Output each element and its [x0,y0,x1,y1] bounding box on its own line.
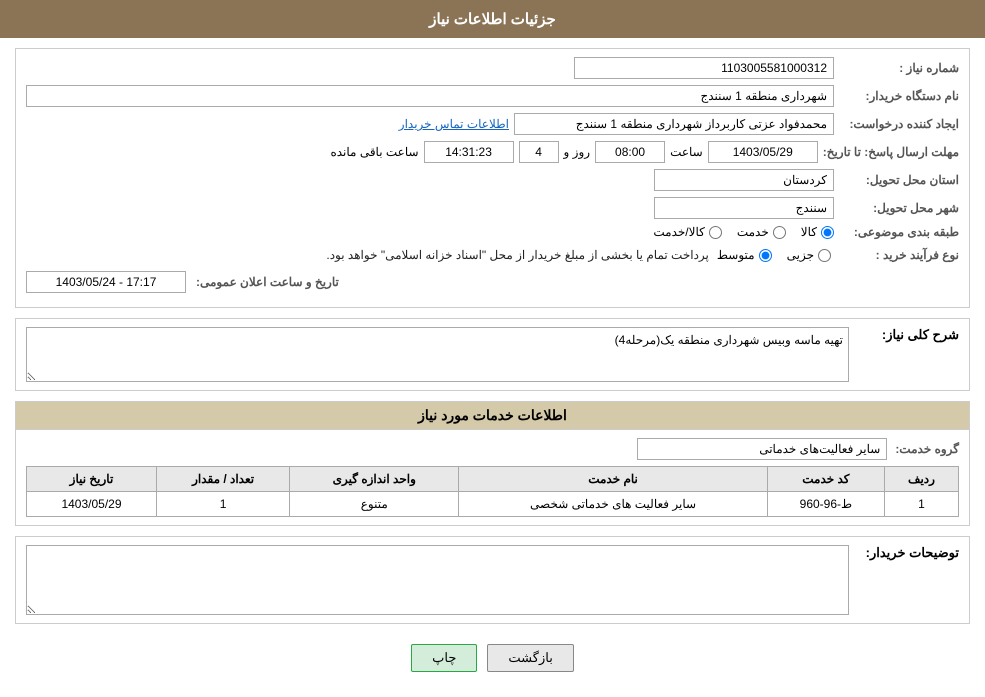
tozihat-textarea[interactable] [26,545,849,615]
radio-motevaset[interactable]: متوسط [717,248,772,262]
page-header: جزئیات اطلاعات نیاز [0,0,985,38]
radio-kala-khedmat[interactable]: کالا/خدمت [653,225,721,239]
cell-tedad: 1 [156,492,289,517]
radio-kala[interactable]: کالا [801,225,834,239]
tarikh-saat-input[interactable] [26,271,186,293]
sharh-textarea[interactable] [26,327,849,382]
nofarayand-radio-group: جزیی متوسط [717,248,831,262]
mohlat-label: مهلت ارسال پاسخ: تا تاریخ: [823,145,959,159]
mohlat-saat-input[interactable] [595,141,665,163]
buttons-row: بازگشت چاپ [15,634,970,687]
shomara-niaz-input[interactable] [574,57,834,79]
shahr-input[interactable] [654,197,834,219]
ettelaat-link[interactable]: اطلاعات تماس خریدار [399,117,509,131]
radio-khedmat[interactable]: خدمت [737,225,786,239]
mohlat-roz-label: روز و [564,145,591,159]
nofarayand-label: نوع فرآیند خرید : [839,248,959,262]
mohlat-baqi-label: ساعت باقی مانده [330,145,418,159]
radio-jozi[interactable]: جزیی [787,248,831,262]
tabaqe-radio-group: کالا خدمت کالا/خدمت [653,225,834,239]
cell-tarikh: 1403/05/29 [27,492,157,517]
col-vahed: واحد اندازه گیری [290,467,459,492]
cell-kod: ط-96-960 [767,492,884,517]
nam-dastgah-input[interactable] [26,85,834,107]
grouh-input[interactable] [637,438,887,460]
tozihat-label: توضیحات خریدار: [859,545,959,561]
eijad-label: ایجاد کننده درخواست: [839,117,959,131]
nam-dastgah-label: نام دستگاه خریدار: [839,89,959,103]
col-nam: نام خدمت [459,467,768,492]
khadamat-section-title: اطلاعات خدمات مورد نیاز [16,402,969,430]
cell-nam: سایر فعالیت های خدماتی شخصی [459,492,768,517]
ostan-input[interactable] [654,169,834,191]
tabaqe-label: طبقه بندی موضوعی: [839,225,959,239]
print-button[interactable]: چاپ [411,644,477,672]
mohlat-baqi-input[interactable] [424,141,514,163]
mohlat-date-input[interactable] [708,141,818,163]
cell-radif: 1 [884,492,958,517]
page-title: جزئیات اطلاعات نیاز [429,11,556,28]
shomara-niaz-label: شماره نیاز : [839,61,959,75]
sharh-label: شرح کلی نیاز: [859,327,959,343]
col-kod: کد خدمت [767,467,884,492]
table-row: 1 ط-96-960 سایر فعالیت های خدماتی شخصی م… [27,492,959,517]
mohlat-roz-input[interactable] [519,141,559,163]
back-button[interactable]: بازگشت [487,644,573,672]
tarikh-saat-label: تاریخ و ساعت اعلان عمومی: [196,275,339,289]
eijad-input[interactable] [514,113,834,135]
mohlat-saat-label: ساعت [670,145,703,159]
shahr-label: شهر محل تحویل: [839,201,959,215]
notice-text: پرداخت تمام یا بخشی از مبلغ خریدار از مح… [326,245,709,265]
service-table: ردیف کد خدمت نام خدمت واحد اندازه گیری ت… [26,466,959,517]
col-tarikh: تاریخ نیاز [27,467,157,492]
cell-vahed: متنوع [290,492,459,517]
col-radif: ردیف [884,467,958,492]
col-tedad: تعداد / مقدار [156,467,289,492]
ostan-label: استان محل تحویل: [839,173,959,187]
grouh-label: گروه خدمت: [895,442,959,456]
